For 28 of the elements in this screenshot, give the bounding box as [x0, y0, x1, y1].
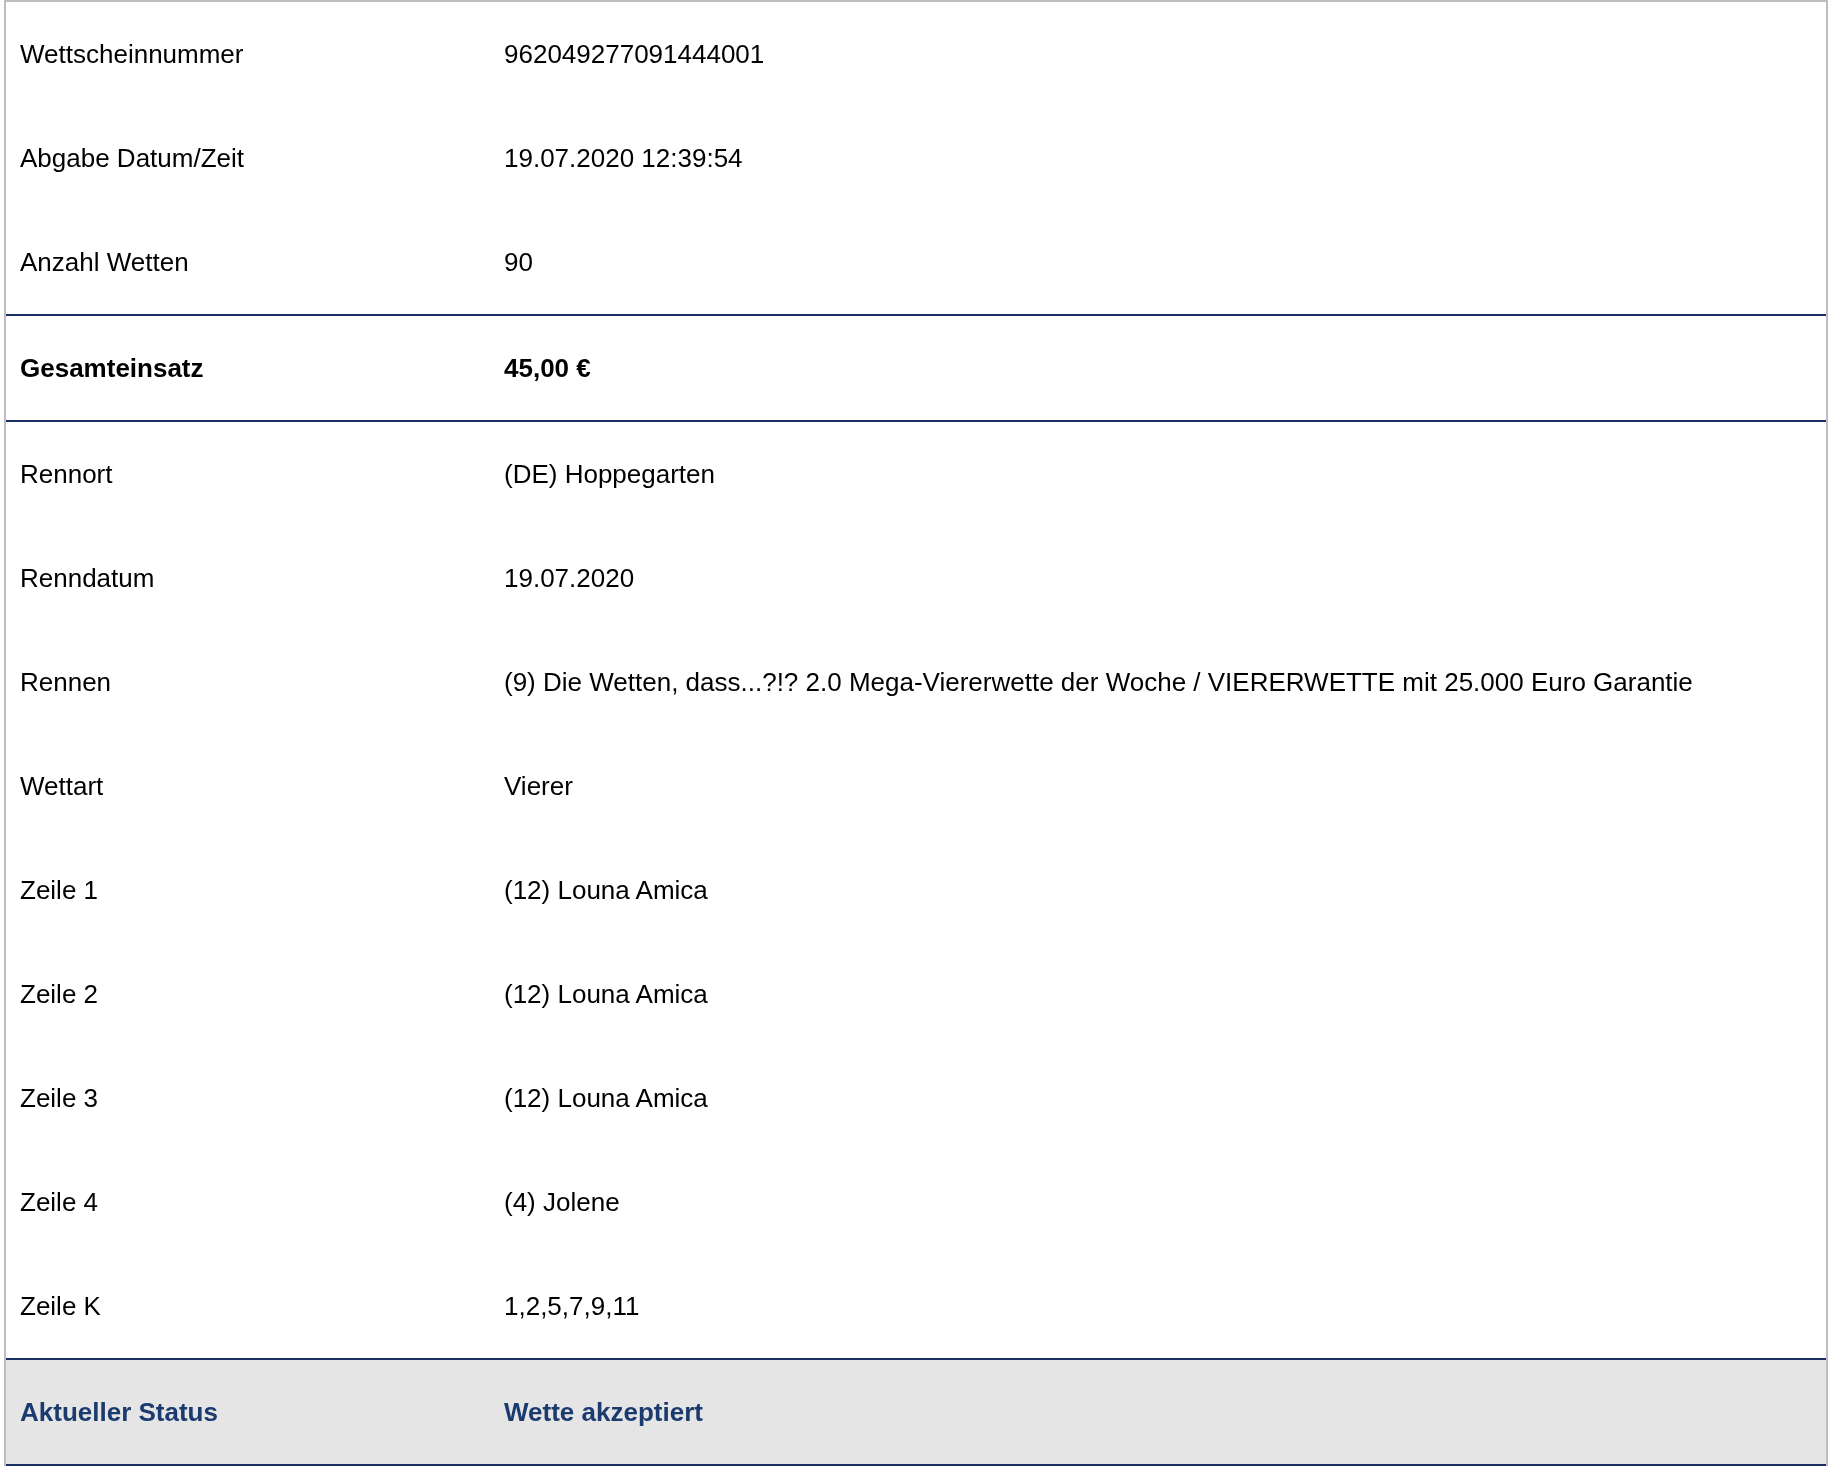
row-label: Renndatum — [19, 561, 156, 595]
row-label: Rennen — [19, 665, 113, 699]
row-value: Vierer — [504, 770, 574, 803]
row-value: 962049277091444001 — [504, 38, 766, 71]
row-value: (4) Jolene — [504, 1186, 621, 1219]
row-value: 45,00 € — [504, 352, 592, 385]
row-label: Rennort — [19, 457, 114, 491]
row-value: (12) Louna Amica — [504, 978, 709, 1011]
row-label: Wettscheinnummer — [19, 37, 245, 71]
row-value: (12) Louna Amica — [504, 1082, 709, 1115]
row-label: Zeile 1 — [19, 873, 100, 907]
row-label: Abgabe Datum/Zeit — [19, 141, 245, 175]
row-label: Gesamteinsatz — [19, 351, 205, 385]
row-label: Zeile 2 — [19, 977, 100, 1011]
row-value: (12) Louna Amica — [504, 874, 709, 907]
row-label: Zeile K — [19, 1289, 102, 1323]
row-label: Zeile 3 — [19, 1081, 100, 1115]
row-value: 90 — [504, 246, 534, 279]
row-value: 19.07.2020 12:39:54 — [504, 142, 744, 175]
row-label: Wettart — [19, 769, 105, 803]
row-value: 1,2,5,7,9,11 — [504, 1290, 641, 1323]
row-label: Aktueller Status — [19, 1395, 219, 1429]
row-value: 19.07.2020 — [504, 562, 636, 595]
row-value: (9) Die Wetten, dass...?!? 2.0 Mega-Viererwette der Woche / VIERERWETTE mit 25.000 Euro Garantie — [504, 666, 1694, 699]
row-label: Anzahl Wetten — [19, 245, 190, 279]
row-label: Zeile 4 — [19, 1185, 100, 1219]
row-value: (DE) Hoppegarten — [504, 458, 716, 491]
row-value: Wette akzeptiert — [504, 1396, 704, 1429]
